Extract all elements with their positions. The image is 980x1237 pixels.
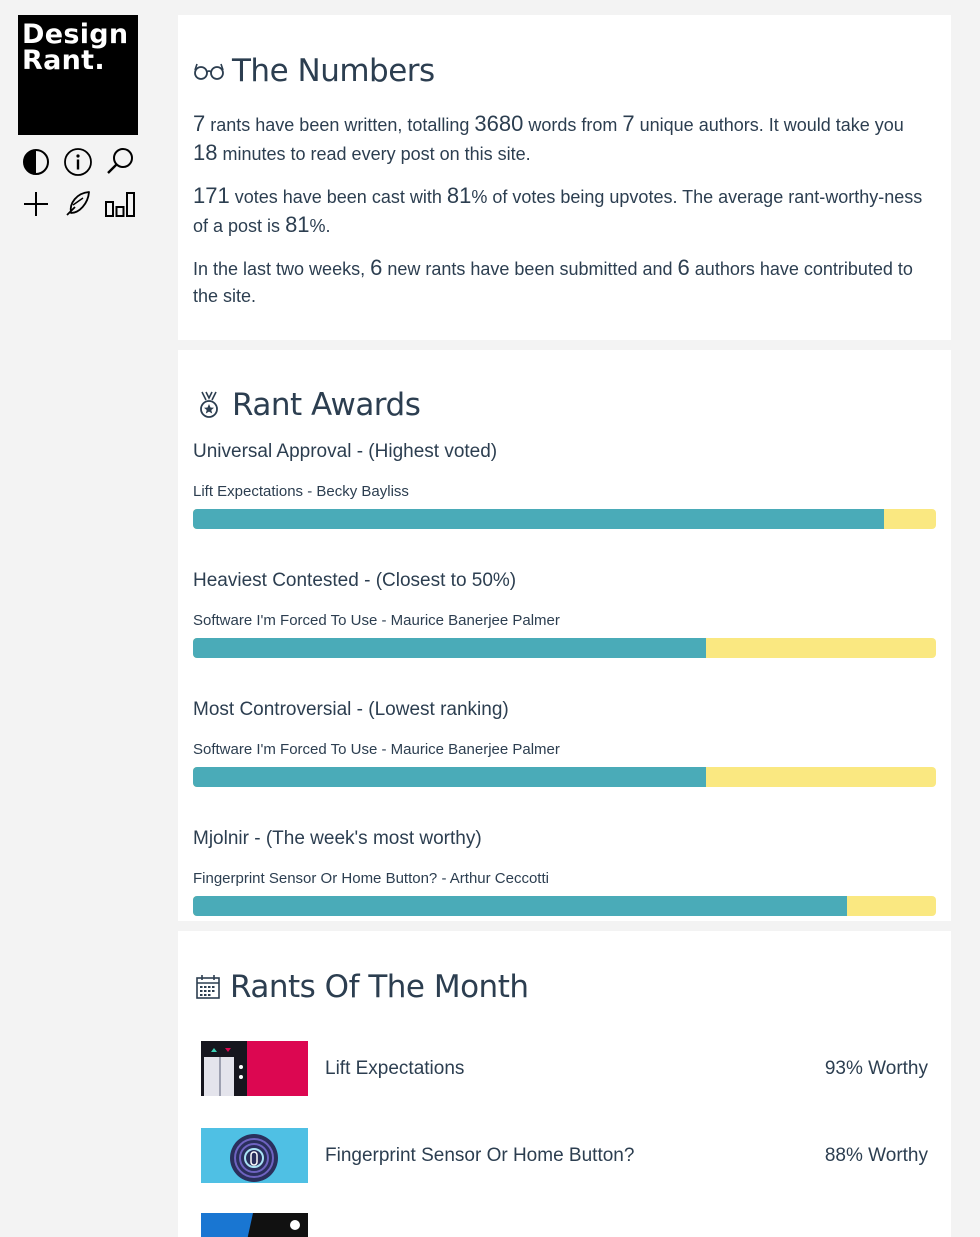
rant-count: 7 [193,111,206,136]
numbers-card: The Numbers 7 rants have been written, t… [178,15,951,340]
awards-title: Rant Awards [232,387,421,423]
text: words from [523,115,623,135]
author-count: 7 [622,111,635,136]
vote-bar [193,896,936,916]
rant-worthy-score: 88% Worthy [824,1144,928,1166]
award-post-link[interactable]: Software I'm Forced To Use - Maurice Ban… [193,612,936,634]
new-rant-count: 6 [370,255,383,280]
rant-row[interactable]: Fingerprint Sensor Or Home Button? 88% W… [201,1128,928,1183]
month-title: Rants Of The Month [230,969,529,1005]
upvote-fill [193,767,706,787]
award-title: Most Controversial - (Lowest ranking) [193,699,509,720]
logo-line-2: Rant. [22,45,105,76]
worthiness-percent: 81 [285,212,310,237]
search-icon[interactable] [104,147,136,177]
award-post-link[interactable]: Lift Expectations - Becky Bayliss [193,483,936,505]
rant-title[interactable]: Fingerprint Sensor Or Home Button? [325,1145,825,1167]
glasses-icon [193,61,225,81]
vote-bar [193,509,936,529]
upvote-fill [193,638,706,658]
vote-bar [193,638,936,658]
award-universal-approval: Universal Approval - (Highest voted) Lif… [193,441,936,529]
text: minutes to read every post on this site. [217,144,531,164]
new-author-count: 6 [677,255,690,280]
text: new rants have been submitted and [382,259,678,279]
site-logo[interactable]: Design Rant. [18,15,138,135]
upvote-percent: 81 [446,183,472,208]
award-post-link[interactable]: Software I'm Forced To Use - Maurice Ban… [193,741,936,763]
vote-bar [193,767,936,787]
award-post-link[interactable]: Fingerprint Sensor Or Home Button? - Art… [193,870,936,892]
text: %. [309,216,331,236]
rant-worthy-score: 93% Worthy [824,1057,928,1079]
rant-thumbnail[interactable] [201,1041,308,1096]
rant-row[interactable] [201,1213,928,1237]
info-icon[interactable] [62,147,94,177]
numbers-paragraph-rants: 7 rants have been written, totalling 368… [193,110,928,168]
award-most-controversial: Most Controversial - (Lowest ranking) So… [193,699,936,787]
text: In the last two weeks, [193,259,371,279]
toolbar [20,147,138,219]
vote-count: 171 [193,183,230,208]
sidebar: Design Rant. [18,15,138,219]
numbers-paragraph-votes: 171 votes have been cast with 81% of vot… [193,182,928,240]
awards-heading: Rant Awards [193,387,936,423]
rant-thumbnail[interactable] [201,1128,308,1183]
calendar-icon [193,973,223,1001]
month-heading: Rants Of The Month [193,969,936,1005]
text: rants have been written, totalling [205,115,475,135]
numbers-paragraph-recent: In the last two weeks, 6 new rants have … [193,254,928,310]
text: unique authors. It would take you [634,115,904,135]
medal-icon [193,390,225,420]
upvote-fill [193,509,884,529]
word-count: 3680 [474,111,524,136]
plus-icon[interactable] [20,189,52,219]
month-card: Rants Of The Month Lift Expectations 93%… [178,931,951,1237]
rant-row[interactable]: Lift Expectations 93% Worthy [201,1041,928,1096]
award-heaviest-contested: Heaviest Contested - (Closest to 50%) So… [193,570,936,658]
award-mjolnir: Mjolnir - (The week's most worthy) Finge… [193,828,936,916]
reading-minutes: 18 [193,140,218,165]
awards-card: Rant Awards Universal Approval - (Highes… [178,350,951,921]
award-title: Mjolnir - (The week's most worthy) [193,828,482,849]
numbers-heading: The Numbers [193,53,936,89]
chart-bars-icon[interactable] [104,189,136,219]
numbers-title: The Numbers [232,53,435,89]
award-title: Heaviest Contested - (Closest to 50%) [193,570,517,591]
rant-title[interactable]: Lift Expectations [325,1058,825,1080]
award-title: Universal Approval - (Highest voted) [193,441,498,462]
text: votes have been cast with [229,187,447,207]
contrast-icon[interactable] [20,147,52,177]
rant-thumbnail[interactable] [201,1213,308,1237]
feather-icon[interactable] [62,189,94,219]
upvote-fill [193,896,847,916]
